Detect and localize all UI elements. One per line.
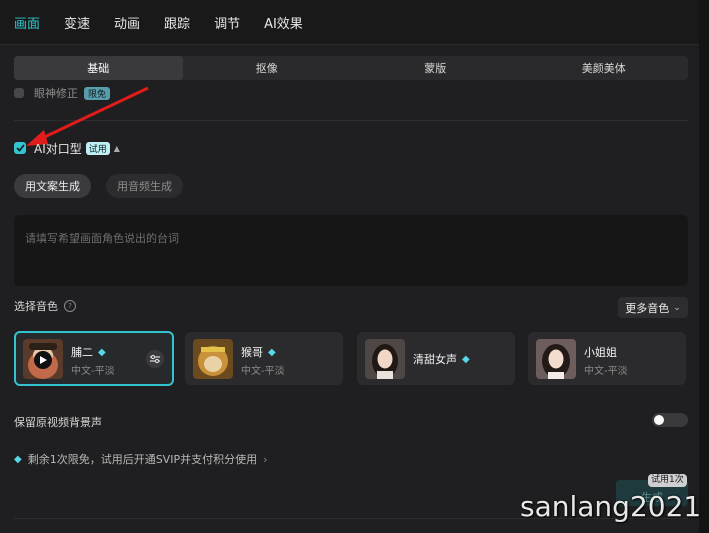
keep-bg-sound-toggle[interactable] bbox=[652, 413, 688, 427]
voice-name: 清甜女声 bbox=[413, 353, 457, 366]
tab-tracking[interactable]: 跟踪 bbox=[164, 13, 190, 32]
voice-name: 猴哥 bbox=[241, 346, 263, 359]
chevron-right-icon: › bbox=[263, 452, 268, 466]
keep-bg-sound-label: 保留原视频背景声 bbox=[14, 416, 102, 429]
diamond-icon: ◆ bbox=[14, 453, 22, 465]
subtab-basic[interactable]: 基础 bbox=[14, 56, 183, 80]
voice-section-title: 选择音色 bbox=[14, 300, 58, 313]
promo-text: 剩余1次限免，试用后开通SVIP并支付积分使用 bbox=[27, 453, 258, 466]
more-voices-label: 更多音色 bbox=[625, 301, 670, 315]
tab-picture[interactable]: 画面 bbox=[14, 13, 40, 32]
tab-adjust[interactable]: 调节 bbox=[214, 13, 240, 32]
check-icon bbox=[15, 144, 25, 152]
watermark-text: sanlang2021 bbox=[520, 490, 702, 523]
voice-avatar bbox=[23, 339, 63, 379]
toggle-knob bbox=[654, 415, 664, 425]
tab-animation[interactable]: 动画 bbox=[114, 13, 140, 32]
voice-language: 中文-平淡 bbox=[241, 366, 285, 377]
subtab-beauty[interactable]: 美颜美体 bbox=[520, 56, 689, 80]
scrollbar[interactable] bbox=[699, 0, 709, 533]
text-mode-button[interactable]: 用文案生成 bbox=[14, 174, 91, 198]
voice-section-label: 选择音色 ? bbox=[14, 298, 76, 314]
voice-name: 脯二 bbox=[71, 346, 93, 359]
voice-avatar bbox=[365, 339, 405, 379]
subtab-matting[interactable]: 抠像 bbox=[183, 56, 352, 80]
play-icon[interactable] bbox=[34, 351, 52, 369]
audio-mode-button[interactable]: 用音频生成 bbox=[106, 174, 183, 198]
ai-lipsync-checkbox[interactable] bbox=[14, 142, 26, 154]
help-icon[interactable]: ? bbox=[64, 300, 76, 312]
ai-lipsync-label: AI对口型 bbox=[34, 141, 82, 156]
ai-lipsync-option[interactable]: AI对口型 试用 ▲ bbox=[14, 140, 120, 156]
subtab-mask[interactable]: 蒙版 bbox=[351, 56, 520, 80]
voice-card[interactable]: 小姐姐 中文-平淡 bbox=[528, 332, 686, 385]
script-input-placeholder: 请填写希望画面角色说出的台词 bbox=[25, 232, 179, 245]
sub-tab-bar: 基础 抠像 蒙版 美颜美体 bbox=[14, 56, 688, 80]
trial-count-badge: 试用1次 bbox=[648, 474, 687, 487]
svip-promo-link[interactable]: ◆ 剩余1次限免，试用后开通SVIP并支付积分使用 › bbox=[14, 451, 268, 467]
diamond-icon: ◆ bbox=[462, 353, 470, 365]
voice-language: 中文-平淡 bbox=[584, 366, 628, 377]
diamond-icon: ◆ bbox=[98, 346, 106, 358]
voice-card[interactable]: 清甜女声 ◆ bbox=[357, 332, 515, 385]
voice-avatar bbox=[193, 339, 233, 379]
voice-card[interactable]: 脯二 ◆ 中文-平淡 bbox=[14, 331, 174, 386]
tab-ai-effects[interactable]: AI效果 bbox=[264, 13, 303, 32]
diamond-icon: ◆ bbox=[268, 346, 276, 358]
adjust-icon[interactable] bbox=[146, 350, 164, 368]
script-input[interactable]: 请填写希望画面角色说出的台词 bbox=[14, 215, 688, 286]
voice-card[interactable]: 猴哥 ◆ 中文-平淡 bbox=[185, 332, 343, 385]
collapse-caret-icon[interactable]: ▲ bbox=[114, 144, 120, 153]
voice-name: 小姐姐 bbox=[584, 346, 617, 359]
tab-speed[interactable]: 变速 bbox=[64, 13, 90, 32]
chevron-down-icon: ⌄ bbox=[673, 302, 681, 313]
voice-language: 中文-平淡 bbox=[71, 366, 115, 377]
trial-badge: 试用 bbox=[85, 141, 110, 155]
more-voices-dropdown[interactable]: 更多音色 ⌄ bbox=[618, 297, 688, 318]
voice-avatar bbox=[536, 339, 576, 379]
top-tab-bar: 画面 变速 动画 跟踪 调节 AI效果 bbox=[0, 0, 699, 45]
